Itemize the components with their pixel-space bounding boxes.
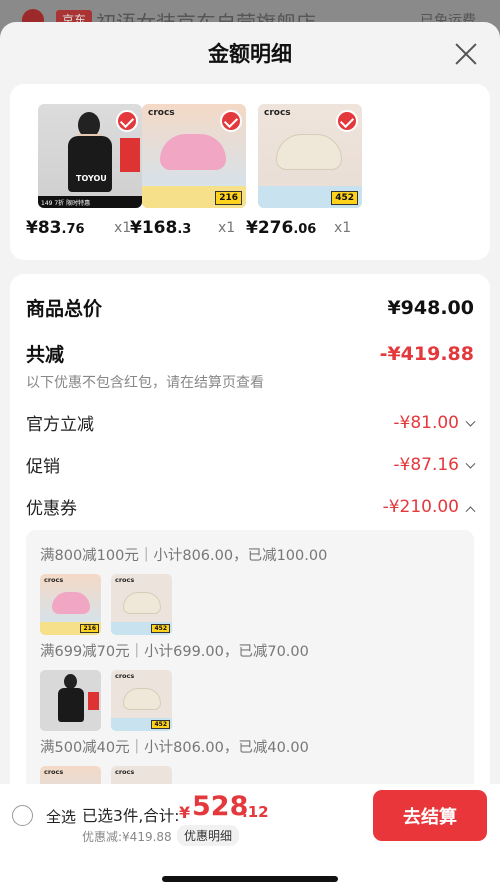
coupon-rule: 满500减40元｜小计806.00，已减40.00 bbox=[40, 740, 309, 756]
product-item[interactable]: crocs 452 ¥276.06 x1 bbox=[246, 104, 362, 238]
selected-check-icon[interactable] bbox=[336, 110, 358, 132]
coupon-rule: 满800减100元｜小计806.00，已减100.00 bbox=[40, 548, 328, 564]
coupon-value: -¥210.00 bbox=[382, 496, 459, 517]
promotion-row[interactable]: 促销 -¥87.16 bbox=[26, 452, 476, 477]
selected-check-icon[interactable] bbox=[220, 110, 242, 132]
close-icon[interactable] bbox=[454, 42, 478, 66]
product-brand: TOYOU bbox=[76, 174, 107, 183]
product-item[interactable]: crocs 216 ¥168.3 x1 bbox=[130, 104, 246, 238]
total-row: 商品总价 ¥948.00 bbox=[26, 294, 474, 321]
product-list-card: TOYOU 149 7折 限时特惠 ¥83.76 x1 crocs 216 ¥1… bbox=[10, 84, 490, 260]
coupon-row[interactable]: 优惠券 -¥210.00 bbox=[26, 494, 476, 519]
coupon-product-thumb: crocs 216 bbox=[40, 574, 101, 635]
product-qty: x1 bbox=[334, 220, 352, 236]
reduce-label: 共减 bbox=[26, 344, 65, 366]
product-image: crocs 216 bbox=[142, 104, 246, 208]
coupon-product-thumb: crocs 452 bbox=[111, 670, 172, 731]
total-value: ¥948.00 bbox=[387, 296, 474, 319]
official-discount-row[interactable]: 官方立减 -¥81.00 bbox=[26, 410, 476, 435]
total-amount-decimal: .12 bbox=[242, 803, 269, 821]
product-promo-strip: 149 7折 限时特惠 bbox=[38, 196, 142, 208]
total-amount: 528 bbox=[192, 791, 249, 822]
product-qty: x1 bbox=[114, 220, 132, 236]
coupon-product-thumb bbox=[40, 670, 101, 731]
selected-check-icon[interactable] bbox=[116, 110, 138, 132]
total-currency: ¥ bbox=[179, 803, 191, 822]
selected-count: 已选3件,合计: bbox=[82, 807, 180, 825]
coupon-rule: 满699减70元｜小计699.00，已减70.00 bbox=[40, 644, 309, 660]
select-all-checkbox[interactable] bbox=[12, 805, 33, 826]
total-label: 商品总价 bbox=[26, 298, 103, 320]
select-all-label[interactable]: 全选 bbox=[46, 806, 76, 827]
product-image: TOYOU 149 7折 限时特惠 bbox=[38, 104, 142, 208]
discount-summary: 优惠减:¥419.88 bbox=[82, 830, 172, 844]
official-value: -¥81.00 bbox=[393, 412, 459, 433]
chevron-up-icon[interactable] bbox=[465, 505, 476, 516]
product-item[interactable]: TOYOU 149 7折 限时特惠 ¥83.76 x1 bbox=[26, 104, 142, 238]
promotion-label: 促销 bbox=[26, 457, 60, 477]
crocs-logo: crocs bbox=[148, 108, 175, 118]
reduce-row: 共减 -¥419.88 bbox=[26, 340, 474, 367]
checkout-button[interactable]: 去结算 bbox=[373, 790, 487, 841]
checkout-bar: 全选 已选3件,合计: ¥ 528 .12 优惠减:¥419.88 优惠明细 去… bbox=[0, 784, 500, 889]
discount-detail-button[interactable]: 优惠明细 bbox=[177, 825, 240, 846]
home-indicator bbox=[162, 876, 338, 882]
chevron-down-icon[interactable] bbox=[465, 416, 476, 427]
price-badge: 216 bbox=[215, 191, 242, 205]
product-price: ¥276.06 bbox=[246, 218, 317, 238]
promotion-value: -¥87.16 bbox=[393, 454, 459, 475]
coupon-label: 优惠券 bbox=[26, 499, 77, 519]
coupon-products: crocs 452 bbox=[40, 670, 172, 731]
product-price: ¥168.3 bbox=[130, 218, 192, 238]
product-qty: x1 bbox=[218, 220, 236, 236]
official-label: 官方立减 bbox=[26, 415, 94, 435]
coupon-products: crocs 216 crocs 452 bbox=[40, 574, 172, 635]
amount-detail-sheet: 金额明细 TOYOU 149 7折 限时特惠 ¥83.76 x1 crocs 2… bbox=[0, 22, 500, 889]
discount-note: 以下优惠不包含红包，请在结算页查看 bbox=[26, 375, 264, 391]
price-badge: 452 bbox=[331, 191, 358, 205]
reduce-value: -¥419.88 bbox=[379, 342, 474, 365]
product-image: crocs 452 bbox=[258, 104, 362, 208]
product-price: ¥83.76 bbox=[26, 218, 85, 238]
crocs-logo: crocs bbox=[264, 108, 291, 118]
coupon-product-thumb: crocs 452 bbox=[111, 574, 172, 635]
chevron-down-icon[interactable] bbox=[465, 458, 476, 469]
sheet-title: 金额明细 bbox=[208, 42, 292, 66]
